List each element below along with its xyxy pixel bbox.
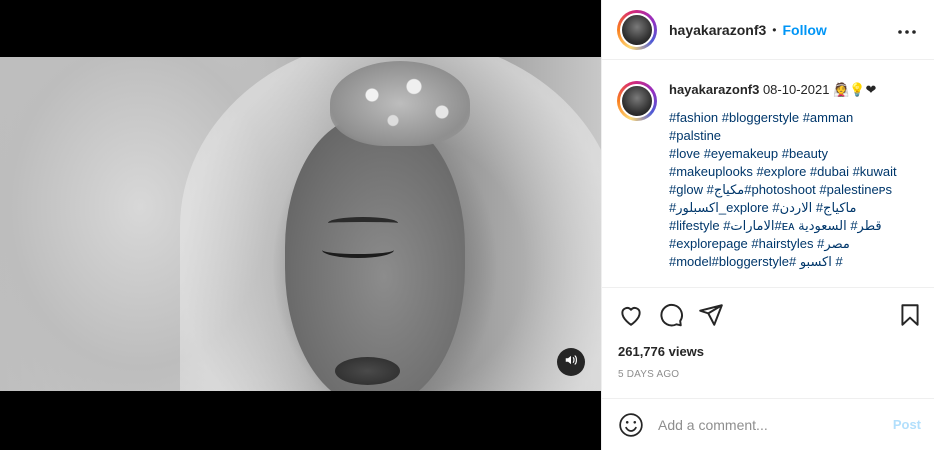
comment-icon (658, 303, 684, 332)
paper-plane-icon (698, 304, 724, 332)
bookmark-icon (897, 304, 923, 332)
more-options-button[interactable] (895, 18, 919, 42)
share-button[interactable] (698, 302, 724, 328)
caption-body: hayakarazonf3 08-10-2021 👰💡❤ #fashion #b… (669, 81, 919, 271)
eye-shape (322, 242, 394, 258)
views-count[interactable]: 261,776 views (618, 344, 704, 359)
like-button[interactable] (618, 302, 644, 328)
caption-hashtags[interactable]: #fashion #bloggerstyle #amman #palstine … (669, 109, 919, 271)
post-sidebar: hayakarazonf3 • Follow hayakarazonf3 08-… (601, 0, 934, 450)
caption-avatar[interactable] (617, 81, 657, 121)
more-horizontal-icon (898, 21, 916, 39)
action-bar (602, 287, 934, 341)
avatar[interactable] (617, 9, 657, 50)
post-media[interactable] (0, 0, 601, 450)
caption-date: 08-10-2021 (762, 82, 830, 97)
caption-username[interactable]: hayakarazonf3 (669, 82, 759, 97)
caption-line: hayakarazonf3 08-10-2021 👰💡❤ (669, 81, 919, 100)
caption-section: hayakarazonf3 08-10-2021 👰💡❤ #fashion #b… (602, 61, 934, 286)
comment-input[interactable] (658, 413, 878, 437)
save-button[interactable] (897, 302, 923, 328)
emoji-button[interactable] (618, 412, 644, 438)
post-header: hayakarazonf3 • Follow (602, 0, 934, 60)
comment-bar: Post (602, 398, 934, 450)
speaker-icon (564, 353, 578, 372)
heart-icon (618, 307, 644, 332)
caption-emojis: 👰💡❤ (833, 83, 877, 98)
sound-toggle-button[interactable] (557, 348, 585, 376)
video-frame[interactable] (0, 57, 601, 391)
headpiece-shape (330, 61, 470, 146)
comment-button[interactable] (658, 302, 684, 328)
separator-dot: • (772, 22, 777, 37)
post-button[interactable]: Post (893, 417, 921, 432)
emoji-smile-icon (618, 413, 644, 442)
header-username[interactable]: hayakarazonf3 (669, 22, 766, 38)
brow-shape (328, 217, 398, 229)
caption-row: hayakarazonf3 08-10-2021 👰💡❤ #fashion #b… (617, 81, 934, 271)
profile-picture (620, 12, 654, 47)
lips-shape (335, 357, 400, 385)
profile-picture (620, 84, 654, 118)
follow-button[interactable]: Follow (782, 22, 826, 38)
post-timestamp[interactable]: 5 DAYS AGO (618, 369, 679, 380)
